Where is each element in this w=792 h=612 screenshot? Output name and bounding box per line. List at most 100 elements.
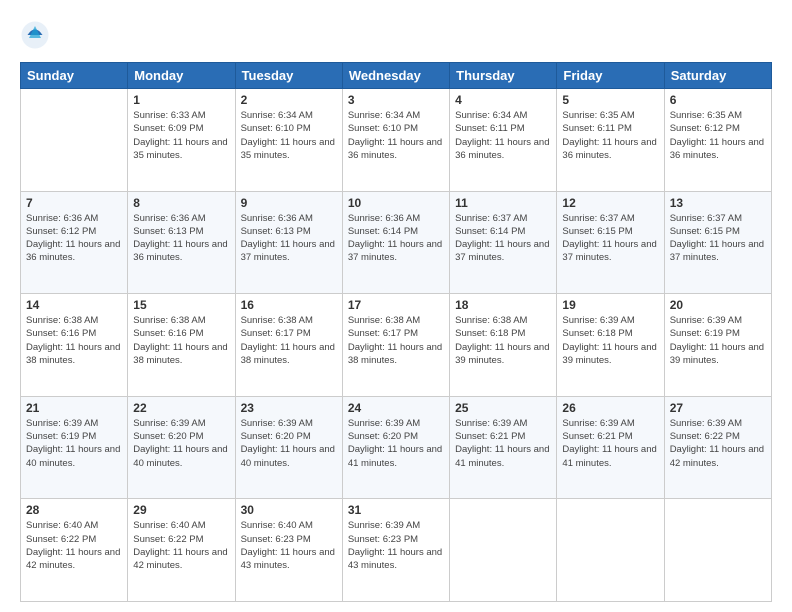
day-info: Sunrise: 6:39 AM Sunset: 6:19 PM Dayligh… [670, 314, 766, 367]
day-number: 15 [133, 298, 229, 312]
calendar-header-row: SundayMondayTuesdayWednesdayThursdayFrid… [21, 63, 772, 89]
calendar-cell: 18Sunrise: 6:38 AM Sunset: 6:18 PM Dayli… [450, 294, 557, 397]
day-header-thursday: Thursday [450, 63, 557, 89]
day-info: Sunrise: 6:36 AM Sunset: 6:13 PM Dayligh… [133, 212, 229, 265]
day-number: 4 [455, 93, 551, 107]
calendar-cell: 25 Sunrise: 6:39 AM Sunset: 6:21 PM Dayli… [450, 396, 557, 499]
day-info: Sunrise: 6:39 AM Sunset: 6:20 PM Dayligh… [241, 417, 337, 470]
calendar-cell: 26 Sunrise: 6:39 AM Sunset: 6:21 PM Dayli… [557, 396, 664, 499]
day-info: Sunrise: 6:34 AM Sunset: 6:11 PM Dayligh… [455, 109, 551, 162]
day-info: Sunrise: 6:39 AM Sunset: 6:19 PM Dayligh… [26, 417, 122, 470]
calendar-cell: 5 Sunrise: 6:35 AM Sunset: 6:11 PM Daylig… [557, 89, 664, 192]
calendar-week-row: 1Sunrise: 6:33 AM Sunset: 6:09 PM Daylig… [21, 89, 772, 192]
day-info: Sunrise: 6:39 AM Sunset: 6:18 PM Dayligh… [562, 314, 658, 367]
calendar-cell: 31 Sunrise: 6:39 AM Sunset: 6:23 PM Dayli… [342, 499, 449, 602]
page: SundayMondayTuesdayWednesdayThursdayFrid… [0, 0, 792, 612]
day-number: 24 [348, 401, 444, 415]
day-number: 18 [455, 298, 551, 312]
day-info: Sunrise: 6:39 AM Sunset: 6:21 PM Dayligh… [562, 417, 658, 470]
calendar-cell: 14Sunrise: 6:38 AM Sunset: 6:16 PM Dayli… [21, 294, 128, 397]
day-info: Sunrise: 6:39 AM Sunset: 6:21 PM Dayligh… [455, 417, 551, 470]
day-info: Sunrise: 6:36 AM Sunset: 6:12 PM Dayligh… [26, 212, 122, 265]
logo [20, 20, 54, 50]
calendar-cell: 6Sunrise: 6:35 AM Sunset: 6:12 PM Daylig… [664, 89, 771, 192]
day-info: Sunrise: 6:38 AM Sunset: 6:17 PM Dayligh… [241, 314, 337, 367]
calendar-table: SundayMondayTuesdayWednesdayThursdayFrid… [20, 62, 772, 602]
day-info: Sunrise: 6:39 AM Sunset: 6:20 PM Dayligh… [133, 417, 229, 470]
day-number: 13 [670, 196, 766, 210]
day-number: 23 [241, 401, 337, 415]
day-number: 20 [670, 298, 766, 312]
day-header-saturday: Saturday [664, 63, 771, 89]
calendar-cell: 7 Sunrise: 6:36 AM Sunset: 6:12 PM Daylig… [21, 191, 128, 294]
calendar-cell [21, 89, 128, 192]
day-info: Sunrise: 6:36 AM Sunset: 6:14 PM Dayligh… [348, 212, 444, 265]
day-number: 19 [562, 298, 658, 312]
day-info: Sunrise: 6:37 AM Sunset: 6:15 PM Dayligh… [670, 212, 766, 265]
day-number: 10 [348, 196, 444, 210]
calendar-cell: 11 Sunrise: 6:37 AM Sunset: 6:14 PM Dayli… [450, 191, 557, 294]
calendar-cell: 2Sunrise: 6:34 AM Sunset: 6:10 PM Daylig… [235, 89, 342, 192]
day-info: Sunrise: 6:40 AM Sunset: 6:22 PM Dayligh… [26, 519, 122, 572]
calendar-cell: 15 Sunrise: 6:38 AM Sunset: 6:16 PM Dayli… [128, 294, 235, 397]
calendar-week-row: 14 Sunrise: 6:38 AM Sunset: 6:16 PM Dayli… [21, 294, 772, 397]
calendar-cell: 17 Sunrise: 6:38 AM Sunset: 6:17 PM Dayli… [342, 294, 449, 397]
day-number: 22 [133, 401, 229, 415]
calendar-cell [664, 499, 771, 602]
day-info: Sunrise: 6:34 AM Sunset: 6:10 PM Dayligh… [241, 109, 337, 162]
day-number: 31 [348, 503, 444, 517]
day-number: 29 [133, 503, 229, 517]
day-info: Sunrise: 6:39 AM Sunset: 6:23 PM Dayligh… [348, 519, 444, 572]
day-info: Sunrise: 6:38 AM Sunset: 6:17 PM Dayligh… [348, 314, 444, 367]
day-number: 3 [348, 93, 444, 107]
day-header-sunday: Sunday [21, 63, 128, 89]
day-number: 7 [26, 196, 122, 210]
calendar-cell: 24 Sunrise: 6:39 AM Sunset: 6:20 PM Dayli… [342, 396, 449, 499]
calendar-week-row: 21Sunrise: 6:39 AM Sunset: 6:19 PM Dayli… [21, 396, 772, 499]
day-number: 5 [562, 93, 658, 107]
day-number: 26 [562, 401, 658, 415]
day-number: 14 [26, 298, 122, 312]
day-header-monday: Monday [128, 63, 235, 89]
calendar-cell: 23 Sunrise: 6:39 AM Sunset: 6:20 PM Dayli… [235, 396, 342, 499]
day-number: 25 [455, 401, 551, 415]
header [20, 20, 772, 50]
day-info: Sunrise: 6:40 AM Sunset: 6:23 PM Dayligh… [241, 519, 337, 572]
calendar-cell [557, 499, 664, 602]
calendar-cell: 30 Sunrise: 6:40 AM Sunset: 6:23 PM Dayli… [235, 499, 342, 602]
logo-icon [20, 20, 50, 50]
calendar-cell: 10 Sunrise: 6:36 AM Sunset: 6:14 PM Dayli… [342, 191, 449, 294]
day-header-friday: Friday [557, 63, 664, 89]
day-info: Sunrise: 6:37 AM Sunset: 6:14 PM Dayligh… [455, 212, 551, 265]
calendar-cell: 29Sunrise: 6:40 AM Sunset: 6:22 PM Dayli… [128, 499, 235, 602]
calendar-cell: 8 Sunrise: 6:36 AM Sunset: 6:13 PM Daylig… [128, 191, 235, 294]
day-info: Sunrise: 6:39 AM Sunset: 6:20 PM Dayligh… [348, 417, 444, 470]
day-info: Sunrise: 6:35 AM Sunset: 6:12 PM Dayligh… [670, 109, 766, 162]
day-header-tuesday: Tuesday [235, 63, 342, 89]
day-info: Sunrise: 6:33 AM Sunset: 6:09 PM Dayligh… [133, 109, 229, 162]
calendar-cell [450, 499, 557, 602]
calendar-cell: 16Sunrise: 6:38 AM Sunset: 6:17 PM Dayli… [235, 294, 342, 397]
day-info: Sunrise: 6:38 AM Sunset: 6:16 PM Dayligh… [133, 314, 229, 367]
day-number: 30 [241, 503, 337, 517]
day-number: 12 [562, 196, 658, 210]
calendar-cell: 1Sunrise: 6:33 AM Sunset: 6:09 PM Daylig… [128, 89, 235, 192]
day-info: Sunrise: 6:35 AM Sunset: 6:11 PM Dayligh… [562, 109, 658, 162]
calendar-cell: 21Sunrise: 6:39 AM Sunset: 6:19 PM Dayli… [21, 396, 128, 499]
day-info: Sunrise: 6:34 AM Sunset: 6:10 PM Dayligh… [348, 109, 444, 162]
calendar-cell: 19 Sunrise: 6:39 AM Sunset: 6:18 PM Dayli… [557, 294, 664, 397]
day-number: 28 [26, 503, 122, 517]
day-info: Sunrise: 6:36 AM Sunset: 6:13 PM Dayligh… [241, 212, 337, 265]
calendar-cell: 27Sunrise: 6:39 AM Sunset: 6:22 PM Dayli… [664, 396, 771, 499]
day-header-wednesday: Wednesday [342, 63, 449, 89]
calendar-cell: 13 Sunrise: 6:37 AM Sunset: 6:15 PM Dayli… [664, 191, 771, 294]
calendar-cell: 20 Sunrise: 6:39 AM Sunset: 6:19 PM Dayli… [664, 294, 771, 397]
day-number: 8 [133, 196, 229, 210]
day-number: 11 [455, 196, 551, 210]
day-number: 17 [348, 298, 444, 312]
calendar-cell: 22 Sunrise: 6:39 AM Sunset: 6:20 PM Dayli… [128, 396, 235, 499]
day-number: 27 [670, 401, 766, 415]
calendar-week-row: 28 Sunrise: 6:40 AM Sunset: 6:22 PM Dayli… [21, 499, 772, 602]
calendar-cell: 4 Sunrise: 6:34 AM Sunset: 6:11 PM Daylig… [450, 89, 557, 192]
day-info: Sunrise: 6:37 AM Sunset: 6:15 PM Dayligh… [562, 212, 658, 265]
